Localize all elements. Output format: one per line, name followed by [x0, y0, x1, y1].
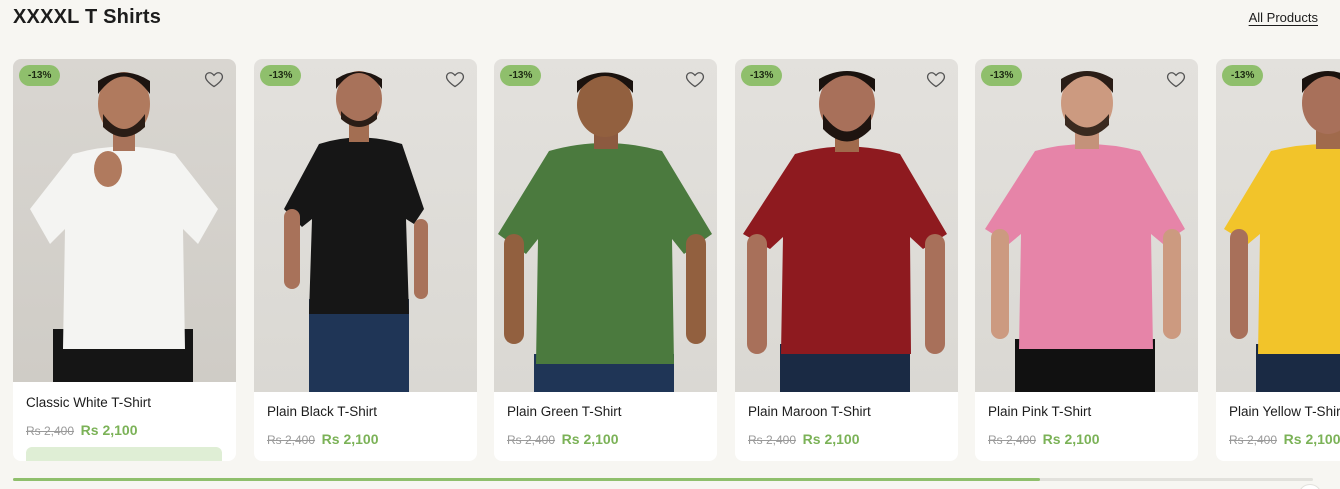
product-card[interactable]: -13% Plain Yellow T-Shirt Rs 2,400 Rs 2,…	[1216, 59, 1340, 461]
product-card[interactable]: -13% Plain Black T-Shirt Rs 2,400 Rs 2,1…	[254, 59, 477, 461]
product-prices: Rs 2,400 Rs 2,100	[267, 431, 378, 447]
carousel-next-button[interactable]	[1298, 484, 1322, 489]
heart-icon[interactable]	[445, 69, 465, 89]
product-image	[254, 59, 477, 392]
product-image	[975, 59, 1198, 392]
original-price: Rs 2,400	[748, 433, 797, 447]
product-name[interactable]: Plain Green T-Shirt	[507, 404, 622, 419]
product-card[interactable]: -13% Plain Maroon T-Shirt Rs 2,400 Rs 2,…	[735, 59, 958, 461]
product-image	[735, 59, 958, 392]
add-to-cart-button[interactable]	[26, 447, 222, 461]
discount-badge: -13%	[260, 65, 302, 86]
product-carousel-section: XXXXL T Shirts All Products -13% Classic…	[0, 0, 1340, 489]
product-card[interactable]: -13% Classic White T-Shirt Rs 2,400 Rs 2…	[13, 59, 236, 461]
original-price: Rs 2,400	[988, 433, 1037, 447]
product-name[interactable]: Plain Yellow T-Shirt	[1229, 404, 1340, 419]
discount-badge: -13%	[500, 65, 542, 86]
original-price: Rs 2,400	[507, 433, 556, 447]
carousel-scrollbar[interactable]	[13, 478, 1313, 481]
product-name[interactable]: Plain Black T-Shirt	[267, 404, 377, 419]
all-products-link[interactable]: All Products	[1249, 10, 1318, 25]
original-price: Rs 2,400	[1229, 433, 1278, 447]
product-prices: Rs 2,400 Rs 2,100	[748, 431, 859, 447]
sale-price: Rs 2,100	[80, 422, 138, 438]
product-name[interactable]: Plain Maroon T-Shirt	[748, 404, 871, 419]
sale-price: Rs 2,100	[802, 431, 860, 447]
heart-icon[interactable]	[685, 69, 705, 89]
product-card[interactable]: -13% Plain Green T-Shirt Rs 2,400 Rs 2,1…	[494, 59, 717, 461]
product-prices: Rs 2,400 Rs 2,100	[26, 422, 137, 438]
section-title: XXXXL T Shirts	[13, 6, 162, 28]
product-prices: Rs 2,400 Rs 2,100	[1229, 431, 1340, 447]
heart-icon[interactable]	[204, 69, 224, 89]
discount-badge: -13%	[981, 65, 1023, 86]
sale-price: Rs 2,100	[321, 431, 379, 447]
carousel-scrollbar-thumb[interactable]	[13, 478, 1040, 481]
sale-price: Rs 2,100	[1283, 431, 1340, 447]
shirt-shape	[30, 146, 218, 349]
product-prices: Rs 2,400 Rs 2,100	[507, 431, 618, 447]
sale-price: Rs 2,100	[561, 431, 619, 447]
product-name[interactable]: Classic White T-Shirt	[26, 395, 151, 410]
discount-badge: -13%	[741, 65, 783, 86]
original-price: Rs 2,400	[267, 433, 316, 447]
discount-badge: -13%	[19, 65, 61, 86]
sale-price: Rs 2,100	[1042, 431, 1100, 447]
original-price: Rs 2,400	[26, 424, 75, 438]
product-name[interactable]: Plain Pink T-Shirt	[988, 404, 1091, 419]
discount-badge: -13%	[1222, 65, 1264, 86]
product-prices: Rs 2,400 Rs 2,100	[988, 431, 1099, 447]
product-image	[494, 59, 717, 392]
product-image	[13, 59, 236, 382]
product-track: -13% Classic White T-Shirt Rs 2,400 Rs 2…	[13, 59, 1340, 461]
product-image	[1216, 59, 1340, 392]
product-card[interactable]: -13% Plain Pink T-Shirt Rs 2,400 Rs 2,10…	[975, 59, 1198, 461]
heart-icon[interactable]	[1166, 69, 1186, 89]
heart-icon[interactable]	[926, 69, 946, 89]
